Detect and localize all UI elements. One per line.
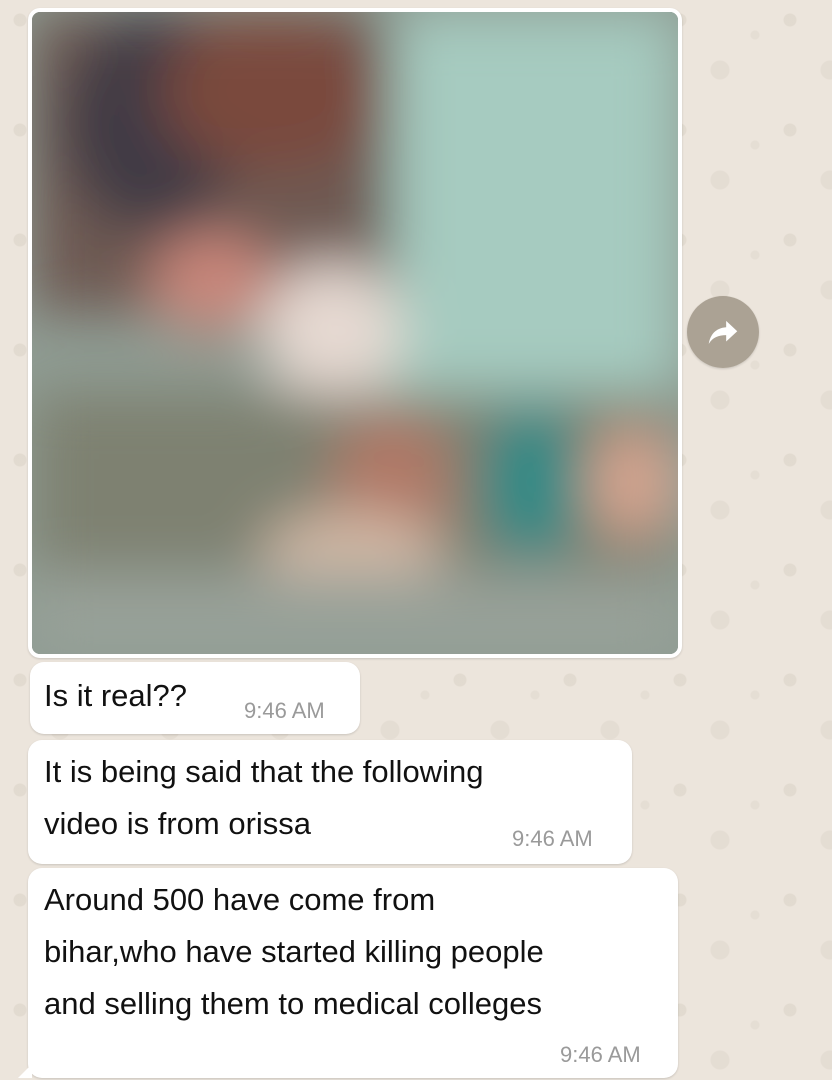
message-bubble[interactable]: Is it real?? 9:46 AM — [30, 662, 360, 734]
blurred-image[interactable] — [32, 12, 678, 654]
blurred-image-graphic — [32, 12, 678, 654]
message-text: Around 500 have come from bihar,who have… — [44, 882, 544, 1021]
bubble-tail — [18, 1064, 32, 1078]
image-message-bubble[interactable] — [28, 8, 682, 658]
forward-button[interactable] — [687, 296, 759, 368]
message-timestamp: 9:46 AM — [512, 826, 593, 851]
message-timestamp: 9:46 AM — [560, 1042, 641, 1067]
message-text: Is it real?? — [44, 678, 188, 713]
message-timestamp: 9:46 AM — [244, 698, 325, 723]
chat-area: Is it real?? 9:46 AM It is being said th… — [0, 0, 832, 1080]
message-bubble[interactable]: Around 500 have come from bihar,who have… — [18, 868, 678, 1078]
forward-arrow-icon — [708, 320, 738, 344]
message-text: It is being said that the following vide… — [44, 754, 484, 841]
message-bubble[interactable]: It is being said that the following vide… — [28, 740, 632, 864]
